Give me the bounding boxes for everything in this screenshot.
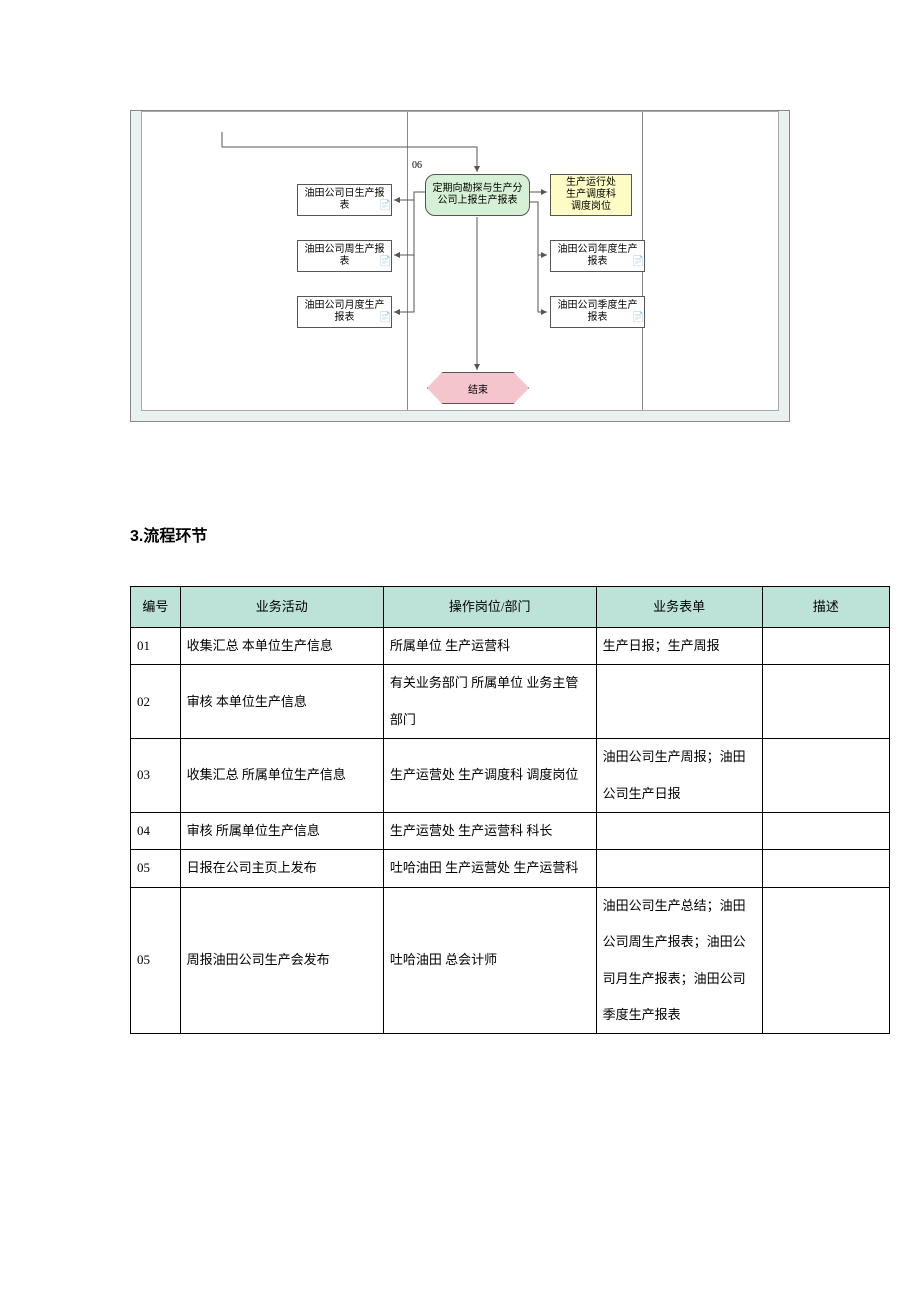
table-cell-num: 03 [131,739,181,813]
doc-quarterly-report-label: 油田公司季度生产报表 [553,300,642,324]
table-cell-num: 02 [131,665,181,739]
section-heading: 3.流程环节 [130,522,920,546]
flowchart-end-label: 结束 [468,381,488,396]
document-icon: 📄 [632,313,642,325]
table-cell-dept: 生产运营处 生产调度科 调度岗位 [383,739,596,813]
table-cell-dept: 吐哈油田 生产运营处 生产运营科 [383,850,596,887]
table-row: 01收集汇总 本单位生产信息所属单位 生产运营科生产日报；生产周报 [131,628,890,665]
col-header-num: 编号 [131,587,181,628]
doc-quarterly-report: 油田公司季度生产报表 📄 [550,296,645,328]
table-row: 05周报油田公司生产会发布吐哈油田 总会计师油田公司生产总结；油田公司周生产报表… [131,887,890,1034]
table-cell-dept: 生产运营处 生产运营科 科长 [383,812,596,849]
flowchart-container: 06 油田公司日生产报表 📄 油田公司周生产报表 📄 油田公司月度生产报表 📄 … [130,110,790,422]
doc-annual-report: 油田公司年度生产报表 📄 [550,240,645,272]
document-icon: 📄 [632,257,642,269]
flowchart-end: 结束 [427,372,527,402]
table-row: 05日报在公司主页上发布吐哈油田 生产运营处 生产运营科 [131,850,890,887]
process-submit-report: 定期向勘探与生产分公司上报生产报表 [425,174,530,216]
table-cell-activity: 周报油田公司生产会发布 [180,887,383,1034]
role-dispatch-post: 生产运行处 生产调度科 调度岗位 [550,174,632,216]
process-steps-table: 编号 业务活动 操作岗位/部门 业务表单 描述 01收集汇总 本单位生产信息所属… [130,586,890,1034]
table-cell-desc [762,850,889,887]
col-header-activity: 业务活动 [180,587,383,628]
doc-monthly-report-label: 油田公司月度生产报表 [300,300,389,324]
col-header-desc: 描述 [762,587,889,628]
table-cell-desc [762,887,889,1034]
col-header-form: 业务表单 [596,587,762,628]
document-icon: 📄 [379,313,389,325]
document-icon: 📄 [379,201,389,213]
table-cell-activity: 审核 所属单位生产信息 [180,812,383,849]
document-icon: 📄 [379,257,389,269]
process-submit-report-label: 定期向勘探与生产分公司上报生产报表 [428,183,527,207]
flowchart-end-shape: 结束 [427,372,529,404]
table-cell-form [596,850,762,887]
table-cell-form: 油田公司生产周报；油田公司生产日报 [596,739,762,813]
table-cell-num: 05 [131,850,181,887]
table-cell-dept: 吐哈油田 总会计师 [383,887,596,1034]
flowchart-inner: 06 油田公司日生产报表 📄 油田公司周生产报表 📄 油田公司月度生产报表 📄 … [141,111,779,411]
table-cell-form: 油田公司生产总结；油田公司周生产报表；油田公司月生产报表；油田公司季度生产报表 [596,887,762,1034]
table-row: 04审核 所属单位生产信息生产运营处 生产运营科 科长 [131,812,890,849]
table-header-row: 编号 业务活动 操作岗位/部门 业务表单 描述 [131,587,890,628]
table-cell-form: 生产日报；生产周报 [596,628,762,665]
doc-monthly-report: 油田公司月度生产报表 📄 [297,296,392,328]
table-cell-dept: 有关业务部门 所属单位 业务主管部门 [383,665,596,739]
table-cell-desc [762,628,889,665]
table-cell-num: 04 [131,812,181,849]
flowchart-arrows [142,112,778,410]
doc-weekly-report-label: 油田公司周生产报表 [300,244,389,268]
table-row: 03收集汇总 所属单位生产信息生产运营处 生产调度科 调度岗位油田公司生产周报；… [131,739,890,813]
col-header-dept: 操作岗位/部门 [383,587,596,628]
doc-annual-report-label: 油田公司年度生产报表 [553,244,642,268]
table-cell-num: 05 [131,887,181,1034]
doc-weekly-report: 油田公司周生产报表 📄 [297,240,392,272]
doc-daily-report: 油田公司日生产报表 📄 [297,184,392,216]
table-cell-activity: 收集汇总 所属单位生产信息 [180,739,383,813]
doc-daily-report-label: 油田公司日生产报表 [300,188,389,212]
table-cell-form [596,812,762,849]
table-cell-activity: 收集汇总 本单位生产信息 [180,628,383,665]
role-dispatch-post-label: 生产运行处 生产调度科 调度岗位 [566,177,616,213]
table-cell-desc [762,739,889,813]
table-cell-desc [762,665,889,739]
table-row: 02审核 本单位生产信息有关业务部门 所属单位 业务主管部门 [131,665,890,739]
table-cell-activity: 日报在公司主页上发布 [180,850,383,887]
swimlane-divider-1 [407,112,408,410]
table-cell-num: 01 [131,628,181,665]
table-cell-activity: 审核 本单位生产信息 [180,665,383,739]
table-cell-desc [762,812,889,849]
table-cell-dept: 所属单位 生产运营科 [383,628,596,665]
table-cell-form [596,665,762,739]
step-number-label: 06 [412,160,422,171]
